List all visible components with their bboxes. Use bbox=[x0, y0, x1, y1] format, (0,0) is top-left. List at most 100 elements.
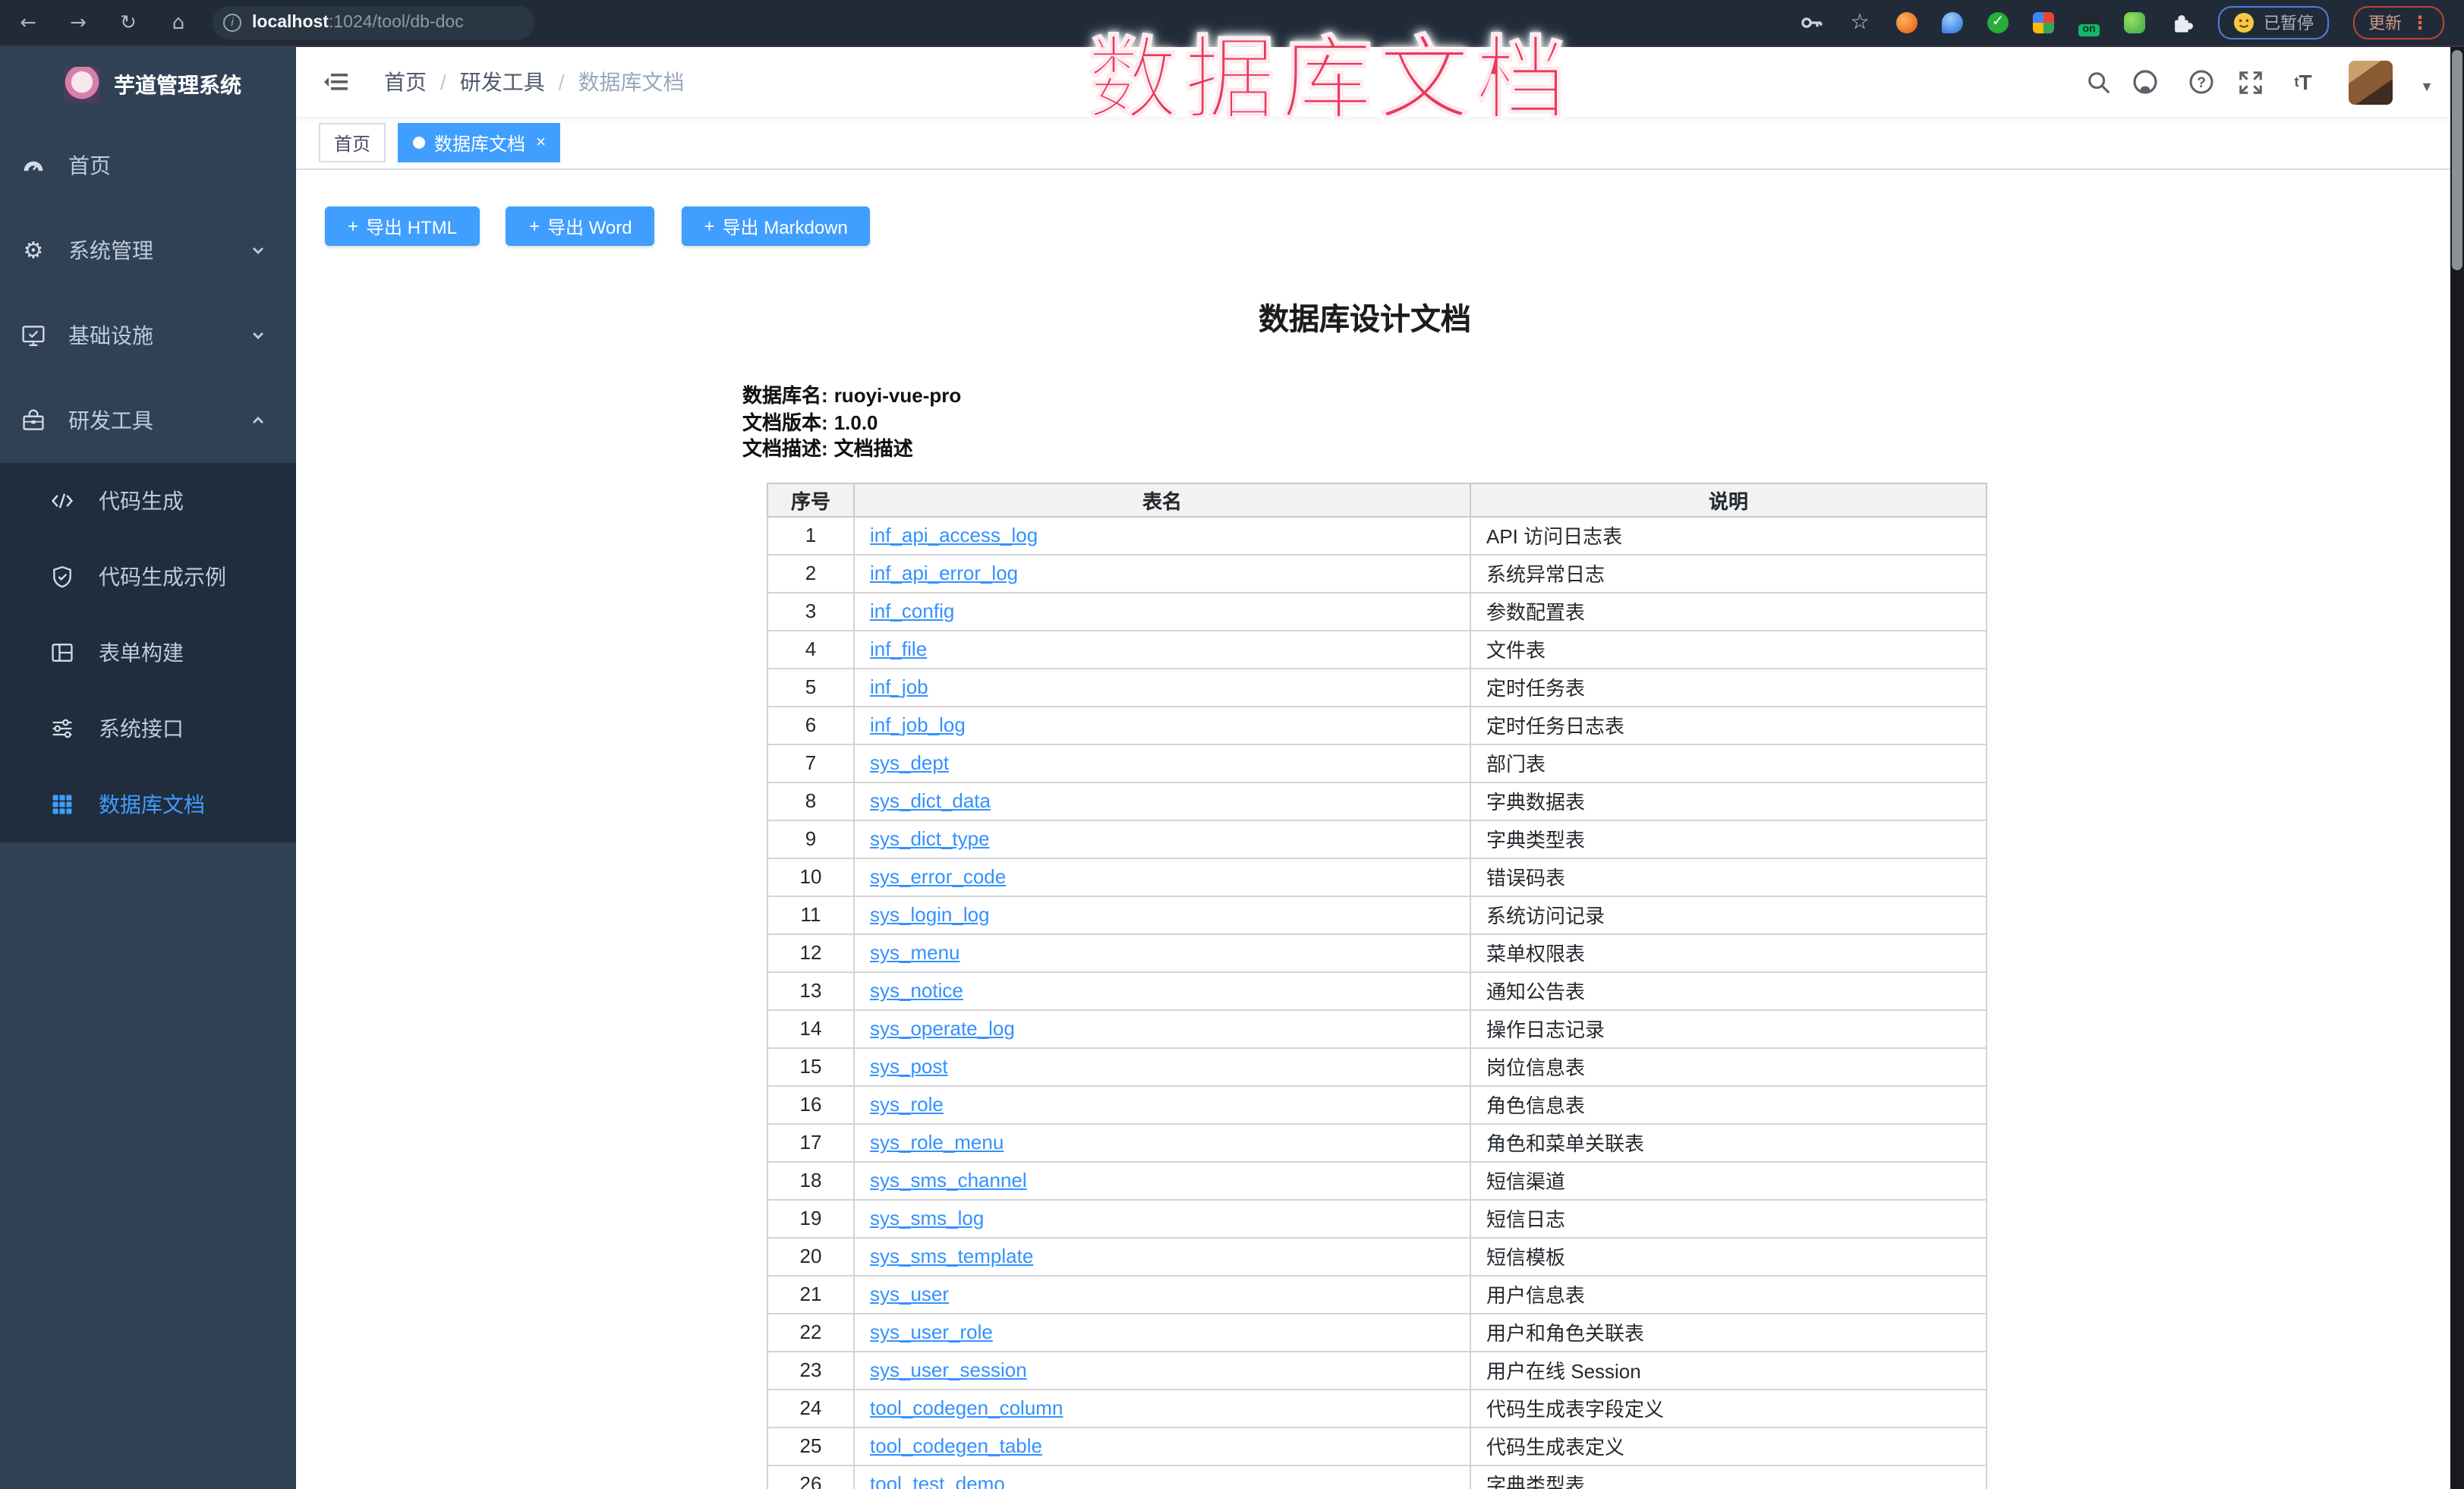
document-meta: 数据库名:ruoyi-vue-pro 文档版本:1.0.0 文档描述:文档描述 bbox=[742, 382, 1987, 462]
breadcrumb-current: 数据库文档 bbox=[578, 67, 685, 97]
tag-db-doc[interactable]: 数据库文档 × bbox=[398, 123, 561, 162]
table-name-link[interactable]: sys_sms_template bbox=[870, 1245, 1033, 1267]
row-number: 7 bbox=[767, 744, 854, 782]
table-row: 23 sys_user_session 用户在线 Session bbox=[767, 1351, 1987, 1389]
sidebar-item-codegen-demo[interactable]: 代码生成示例 bbox=[0, 539, 296, 615]
sidebar-item-api[interactable]: 系统接口 bbox=[0, 691, 296, 767]
sidebar-item-system[interactable]: ⚙ 系统管理 bbox=[0, 208, 296, 293]
sidebar-item-devtools[interactable]: 研发工具 bbox=[0, 378, 296, 463]
table-desc: 角色信息表 bbox=[1470, 1085, 1987, 1123]
row-number: 17 bbox=[767, 1123, 854, 1161]
table-name-link[interactable]: sys_dept bbox=[870, 751, 949, 774]
sidebar-item-infra[interactable]: 基础设施 bbox=[0, 293, 296, 378]
table-grid-icon bbox=[50, 792, 74, 817]
caret-down-icon[interactable]: ▼ bbox=[2420, 79, 2434, 94]
breadcrumb-home[interactable]: 首页 bbox=[384, 67, 427, 97]
table-name-link[interactable]: sys_menu bbox=[870, 941, 960, 964]
table-name-link[interactable]: inf_api_error_log bbox=[870, 562, 1018, 584]
meta-line: 文档描述:文档描述 bbox=[742, 436, 1987, 462]
sidebar-fold-icon[interactable] bbox=[322, 68, 349, 96]
row-number: 4 bbox=[767, 630, 854, 668]
table-name-link[interactable]: sys_dict_data bbox=[870, 789, 991, 812]
table-name-link[interactable]: sys_notice bbox=[870, 979, 963, 1002]
bookmark-star-icon[interactable]: ☆ bbox=[1848, 11, 1872, 35]
row-number: 15 bbox=[767, 1047, 854, 1085]
row-number: 22 bbox=[767, 1313, 854, 1351]
table-desc: 用户在线 Session bbox=[1470, 1351, 1987, 1389]
reload-icon[interactable]: ↻ bbox=[115, 11, 141, 34]
table-desc: 短信模板 bbox=[1470, 1237, 1987, 1275]
table-name-link[interactable]: sys_user_role bbox=[870, 1321, 993, 1343]
sidebar-menu: 首页 ⚙ 系统管理 基础设施 bbox=[0, 123, 296, 842]
sidebar-item-codegen[interactable]: 代码生成 bbox=[0, 463, 296, 539]
table-name-link[interactable]: sys_sms_channel bbox=[870, 1169, 1027, 1192]
extension-icon[interactable] bbox=[2124, 12, 2145, 33]
table-name-link[interactable]: sys_error_code bbox=[870, 865, 1006, 888]
export-markdown-button[interactable]: + 导出 Markdown bbox=[682, 206, 871, 246]
table-name-link[interactable]: sys_dict_type bbox=[870, 827, 990, 850]
extension-icon[interactable]: on bbox=[2078, 12, 2100, 33]
export-html-button[interactable]: + 导出 HTML bbox=[325, 206, 480, 246]
extension-icon[interactable] bbox=[1942, 12, 1963, 33]
export-word-button[interactable]: + 导出 Word bbox=[506, 206, 655, 246]
table-name-link[interactable]: sys_post bbox=[870, 1055, 948, 1078]
row-number: 24 bbox=[767, 1389, 854, 1427]
sidebar-item-db-doc[interactable]: 数据库文档 bbox=[0, 767, 296, 842]
info-icon[interactable]: i bbox=[223, 14, 241, 32]
table-name-link[interactable]: tool_codegen_table bbox=[870, 1434, 1042, 1457]
table-name-link[interactable]: inf_config bbox=[870, 600, 954, 622]
table-name-link[interactable]: sys_role bbox=[870, 1093, 944, 1116]
table-row: 9 sys_dict_type 字典类型表 bbox=[767, 820, 1987, 858]
help-icon[interactable]: ? bbox=[2188, 68, 2215, 96]
fullscreen-icon[interactable] bbox=[2236, 68, 2264, 96]
chevron-down-icon bbox=[250, 328, 266, 343]
close-icon[interactable]: × bbox=[536, 134, 546, 151]
tag-home[interactable]: 首页 bbox=[319, 123, 386, 162]
table-name-link[interactable]: sys_operate_log bbox=[870, 1017, 1015, 1040]
table-name-link[interactable]: sys_user bbox=[870, 1283, 949, 1305]
breadcrumb-devtools[interactable]: 研发工具 bbox=[460, 67, 545, 97]
profile-paused-badge[interactable]: 已暂停 bbox=[2218, 6, 2329, 39]
extension-icon[interactable] bbox=[2033, 12, 2054, 33]
puzzle-extensions-icon[interactable] bbox=[2169, 11, 2194, 35]
url-bar[interactable]: i localhost:1024/tool/db-doc bbox=[213, 6, 534, 39]
sidebar-item-label: 系统接口 bbox=[99, 713, 184, 744]
user-avatar[interactable] bbox=[2349, 61, 2393, 105]
breadcrumb: 首页 / 研发工具 / 数据库文档 bbox=[384, 47, 685, 117]
app-logo-row[interactable]: 芋道管理系统 bbox=[0, 47, 296, 123]
table-name-link[interactable]: tool_codegen_column bbox=[870, 1396, 1063, 1419]
table-name-link[interactable]: inf_job bbox=[870, 675, 928, 698]
table-name-link[interactable]: sys_login_log bbox=[870, 903, 990, 926]
github-icon[interactable] bbox=[2132, 68, 2159, 96]
meta-value: 文档描述 bbox=[834, 437, 913, 460]
font-size-icon[interactable]: tT bbox=[2289, 68, 2317, 96]
forward-icon[interactable]: → bbox=[65, 11, 91, 34]
sidebar-item-label: 基础设施 bbox=[68, 320, 153, 351]
table-name-link[interactable]: sys_sms_log bbox=[870, 1207, 984, 1229]
scrollbar-thumb[interactable] bbox=[2452, 50, 2462, 270]
annotation-watermark: 数据库文档 bbox=[1087, 6, 1573, 138]
page-scrollbar[interactable] bbox=[2450, 47, 2464, 1489]
browser-update-button[interactable]: 更新 ⋮ bbox=[2353, 6, 2444, 39]
extension-icon[interactable]: ✓ bbox=[1987, 12, 2009, 33]
key-icon[interactable] bbox=[1799, 11, 1823, 35]
back-icon[interactable]: ← bbox=[15, 11, 41, 34]
extension-icon[interactable] bbox=[1896, 12, 1917, 33]
table-row: 19 sys_sms_log 短信日志 bbox=[767, 1199, 1987, 1237]
browser-menu-icon[interactable]: ⋮ bbox=[2411, 12, 2429, 33]
table-name-link[interactable]: inf_file bbox=[870, 637, 927, 660]
table-name-link[interactable]: inf_api_access_log bbox=[870, 524, 1038, 546]
table-desc: 短信日志 bbox=[1470, 1199, 1987, 1237]
devtools-submenu: 代码生成 代码生成示例 表单构建 bbox=[0, 463, 296, 842]
home-icon[interactable]: ⌂ bbox=[165, 11, 191, 34]
table-name-link[interactable]: tool_test_demo bbox=[870, 1472, 1005, 1489]
table-desc: 定时任务表 bbox=[1470, 668, 1987, 706]
search-icon[interactable] bbox=[2084, 68, 2112, 96]
row-number: 5 bbox=[767, 668, 854, 706]
sidebar-item-home[interactable]: 首页 bbox=[0, 123, 296, 208]
table-desc: 文件表 bbox=[1470, 630, 1987, 668]
sidebar-item-form-builder[interactable]: 表单构建 bbox=[0, 615, 296, 691]
table-name-link[interactable]: sys_role_menu bbox=[870, 1131, 1004, 1154]
table-name-link[interactable]: sys_user_session bbox=[870, 1358, 1027, 1381]
table-name-link[interactable]: inf_job_log bbox=[870, 713, 966, 736]
